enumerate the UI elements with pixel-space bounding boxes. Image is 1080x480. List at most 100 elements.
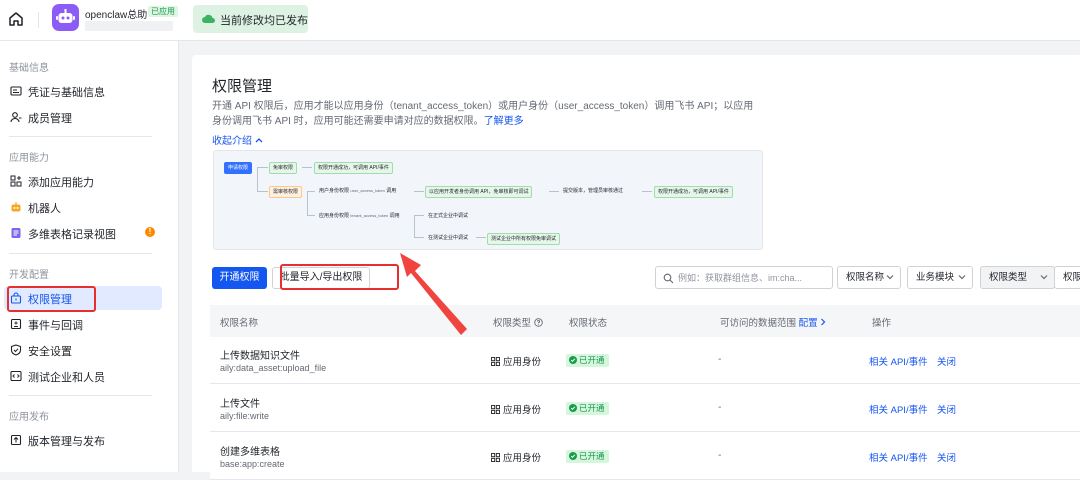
permission-type-label: 应用身份 (503, 453, 542, 464)
related-api-link[interactable]: 相关 API/事件 (869, 450, 928, 464)
app-description-redacted (85, 21, 173, 31)
close-permission-link[interactable]: 关闭 (937, 354, 956, 368)
sidebar-item-label: 安全设置 (28, 346, 72, 358)
permission-type: 应用身份 (491, 402, 541, 416)
search-input[interactable] (678, 270, 828, 285)
check-circle-icon (569, 404, 577, 412)
table-header: 权限名称 权限类型 权限状态 可访问的数据范围 配置 操作 (210, 305, 1080, 337)
flow-node-need-review: 需审核权限 (269, 186, 303, 198)
app-logo[interactable] (52, 4, 79, 31)
flow-node-prod-debug: 在正式企业中调试 (428, 213, 469, 219)
open-permission-button[interactable]: 开通权限 (212, 267, 267, 289)
flow-node-app-perm: 应用身份权限 tenant_access_token 调用 (316, 211, 403, 221)
flow-token: user_access_token (350, 188, 385, 193)
sidebar-item-test-tenant[interactable]: 测试企业和人员 (4, 364, 162, 388)
collapse-intro-link[interactable]: 收起介绍 (212, 132, 263, 147)
data-range: - (718, 354, 722, 365)
flow-connector (549, 191, 559, 192)
app-grid-icon (491, 357, 500, 366)
sidebar-item-security[interactable]: 安全设置 (4, 338, 162, 362)
cloud-icon (202, 13, 215, 24)
status-label: 已开通 (579, 451, 605, 461)
permission-search[interactable] (655, 266, 833, 289)
sidebar-item-label: 凭证与基础信息 (28, 87, 105, 99)
column-header-label: 可访问的数据范围 (720, 318, 797, 329)
help-icon[interactable] (533, 318, 543, 327)
column-header-label: 权限类型 (493, 318, 532, 329)
flow-connector (414, 237, 424, 238)
chevron-up-icon (255, 137, 263, 143)
sidebar-item-add-capability[interactable]: 添加应用能力 (4, 169, 162, 193)
flow-connector (257, 191, 268, 192)
status-badge: 已开通 (566, 450, 609, 463)
column-header-type: 权限类型 (493, 315, 543, 329)
sidebar-item-members[interactable]: 成员管理 (4, 105, 162, 129)
column-header-actions: 操作 (872, 318, 892, 329)
column-header-range: 可访问的数据范围 配置 (720, 315, 826, 329)
permission-flow-diagram: 申请权限 免审权限 权限开通成功，可调用 API/事件 需审核权限 用户身份权限… (213, 150, 763, 250)
filter-permission-name[interactable]: 权限名称 (837, 266, 901, 289)
filter-permission-more[interactable]: 权限 (1054, 266, 1080, 289)
annotation-arrow (400, 253, 467, 335)
permission-type: 应用身份 (491, 450, 541, 464)
table-view-icon (10, 227, 22, 239)
table-row: 上传数据知识文件 aily:data_asset:upload_file 应用身… (210, 337, 1080, 384)
sidebar-item-events[interactable]: 事件与回调 (4, 312, 162, 336)
page-title: 权限管理 (212, 78, 273, 95)
filter-label: 权限名称 (846, 272, 885, 283)
flow-connector (307, 191, 315, 192)
sidebar-section-dev-config: 开发配置 (9, 270, 49, 281)
flow-label: 用户身份权限 (319, 188, 350, 194)
data-range: - (718, 450, 722, 461)
flow-node-test-debug: 在测试企业中调试 (428, 235, 469, 241)
table-row: 创建多维表格 base:app:create 应用身份 已开通 - 相关 API… (210, 433, 1080, 480)
home-icon[interactable] (7, 10, 25, 28)
related-api-link[interactable]: 相关 API/事件 (869, 354, 928, 368)
sidebar-item-credentials[interactable]: 凭证与基础信息 (4, 79, 162, 103)
flow-connector (476, 237, 486, 238)
related-api-link[interactable]: 相关 API/事件 (869, 402, 928, 416)
range-config-link[interactable]: 配置 (799, 318, 818, 329)
status-badge: 已开通 (566, 354, 609, 367)
page-description: 开通 API 权限后，应用才能以应用身份（tenant_access_token… (212, 99, 760, 129)
permission-code: aily:data_asset:upload_file (220, 363, 327, 373)
learn-more-link[interactable]: 了解更多 (484, 116, 524, 127)
chevron-down-icon (958, 274, 966, 280)
filter-permission-type[interactable]: 权限类型 (980, 266, 1055, 289)
divider (38, 12, 39, 28)
sidebar-item-label: 测试企业和人员 (28, 372, 105, 384)
check-circle-icon (569, 356, 577, 364)
publish-status-banner: 当前修改均已发布 (193, 5, 308, 33)
description-text: 开通 API 权限后，应用才能以应用身份（tenant_access_token… (212, 101, 754, 127)
sidebar-divider (9, 136, 152, 137)
publish-status-text: 当前修改均已发布 (220, 15, 308, 27)
app-name[interactable]: openclaw总助 (85, 6, 147, 21)
close-permission-link[interactable]: 关闭 (937, 450, 956, 464)
flow-node-test-result: 测试企业中所有权限免审调试 (487, 233, 561, 245)
warning-badge: ! (145, 227, 155, 237)
flow-connector (307, 215, 315, 216)
flow-connector (257, 167, 258, 192)
flow-token: tenant_access_token (350, 213, 389, 218)
flow-connector (414, 215, 415, 237)
code-icon (10, 370, 22, 382)
permission-type-label: 应用身份 (503, 405, 542, 416)
status-label: 已开通 (579, 403, 605, 413)
column-header-status: 权限状态 (569, 318, 608, 329)
flow-label: 调用 (389, 213, 400, 219)
flow-node-submit: 提交版本，管理员审核通过 (563, 188, 624, 194)
sidebar-item-base-record-view[interactable]: 多维表格记录视图 ! (4, 221, 162, 245)
flow-node-success: 权限开通成功，可调用 API/事件 (654, 186, 733, 198)
chevron-down-icon (1040, 274, 1048, 280)
permission-code: aily:file:write (220, 411, 270, 421)
close-permission-link[interactable]: 关闭 (937, 402, 956, 416)
sidebar-item-label: 多维表格记录视图 (28, 229, 116, 241)
event-icon (10, 318, 22, 330)
shield-icon (10, 344, 22, 356)
sidebar-item-versions[interactable]: 版本管理与发布 (4, 428, 162, 452)
search-icon (663, 273, 674, 284)
sidebar-item-bot[interactable]: 机器人 (4, 195, 162, 219)
grid-plus-icon (10, 175, 22, 187)
flow-connector (642, 191, 652, 192)
filter-business-module[interactable]: 业务模块 (907, 266, 973, 289)
